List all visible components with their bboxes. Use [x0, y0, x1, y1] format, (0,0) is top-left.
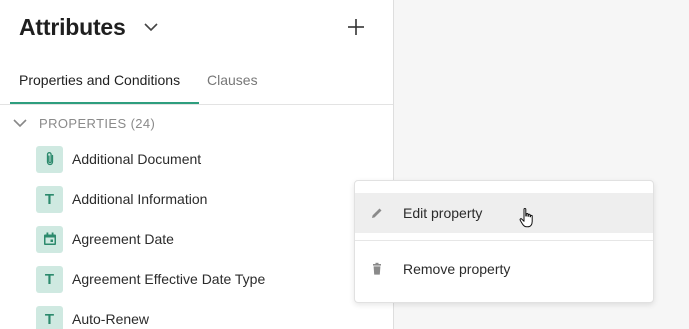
paperclip-icon — [36, 145, 63, 173]
tab-clauses[interactable]: Clauses — [207, 72, 258, 88]
pencil-icon — [372, 208, 382, 218]
remove-property-menu-item[interactable]: Remove property — [355, 249, 653, 289]
menu-divider — [355, 240, 653, 241]
list-item-label: Agreement Date — [72, 231, 174, 247]
list-item-label: Auto-Renew — [72, 311, 150, 327]
list-item-additional-information[interactable]: T Additional Information — [36, 185, 207, 213]
property-context-menu: Edit property Remove property — [354, 180, 654, 303]
menu-item-label: Remove property — [403, 261, 511, 277]
hand-cursor-icon — [519, 207, 533, 228]
chevron-down-icon — [13, 119, 27, 128]
list-item-label: Agreement Effective Date Type — [72, 271, 266, 287]
active-tab-indicator — [10, 102, 199, 104]
text-type-icon: T — [36, 265, 63, 293]
list-item-label: Additional Document — [72, 151, 202, 167]
list-item-additional-document[interactable]: Additional Document — [36, 145, 201, 173]
list-item-agreement-effective-date-type[interactable]: T Agreement Effective Date Type — [36, 265, 265, 293]
text-type-icon: T — [36, 185, 63, 213]
list-item-auto-renew[interactable]: T Auto-Renew — [36, 305, 149, 329]
edit-property-menu-item[interactable]: Edit property — [355, 193, 653, 233]
tab-bar: Properties and Conditions Clauses — [0, 60, 393, 105]
chevron-down-icon[interactable] — [143, 21, 159, 33]
text-type-icon: T — [36, 305, 63, 329]
calendar-icon — [36, 225, 63, 253]
section-label: PROPERTIES (24) — [39, 115, 156, 131]
list-item-agreement-date[interactable]: Agreement Date — [36, 225, 174, 253]
tab-properties-and-conditions[interactable]: Properties and Conditions — [19, 72, 180, 88]
list-item-label: Additional Information — [72, 191, 208, 207]
trash-icon — [373, 262, 381, 275]
page-title: Attributes — [19, 14, 126, 40]
attributes-panel: Attributes Properties and Conditions Cla… — [0, 0, 394, 329]
properties-section-header[interactable]: PROPERTIES (24) — [12, 113, 155, 133]
add-icon[interactable] — [345, 16, 367, 38]
menu-item-label: Edit property — [403, 205, 483, 221]
